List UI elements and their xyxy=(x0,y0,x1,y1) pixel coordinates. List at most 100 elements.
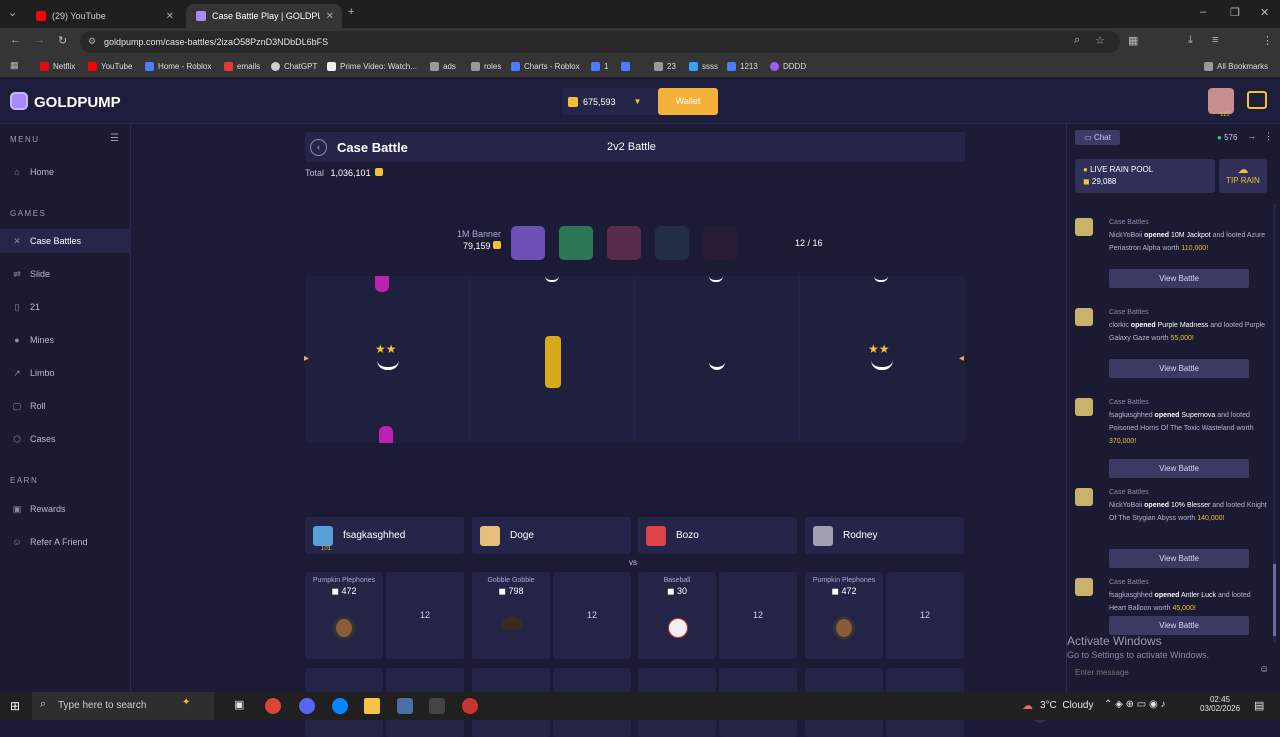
result-item: Gobble Gobble ◼ 798 xyxy=(472,572,550,659)
bookmark-ssss[interactable]: ssss xyxy=(689,62,718,71)
sidebar-item-21[interactable]: ▯ 21 xyxy=(0,295,131,319)
sidebar-item-mines[interactable]: ● Mines xyxy=(0,328,131,352)
app-icon[interactable] xyxy=(429,698,445,714)
tab-search-icon[interactable]: ⌄ xyxy=(8,6,17,19)
bookmark-chatgpt[interactable]: ChatGPT xyxy=(271,62,317,71)
player-card[interactable]: Rodney xyxy=(805,517,964,554)
address-bar: ← → ↻ ⚙ goldpump.com/case-battles/2izaO5… xyxy=(0,28,1280,77)
chat-message: Case Battles fsagkasghhed opened Superno… xyxy=(1075,396,1267,482)
more-icon[interactable]: ⋮ xyxy=(1264,131,1273,142)
chat-scrollbar-thumb[interactable] xyxy=(1273,564,1276,636)
bookmark-dddd[interactable]: DDDD xyxy=(770,62,806,71)
back-icon[interactable]: ← xyxy=(10,34,21,46)
task-view-icon[interactable]: ▣ xyxy=(234,698,244,711)
site-info-icon[interactable]: ⚙ xyxy=(88,36,96,47)
chat-input[interactable] xyxy=(1075,664,1255,680)
bookmark-23[interactable]: 23 xyxy=(654,62,676,71)
apps-icon[interactable]: ▦ xyxy=(10,60,19,71)
download-icon[interactable]: ⤓ xyxy=(1188,34,1193,47)
player-card[interactable]: Doge xyxy=(472,517,631,554)
sidebar-item-refer[interactable]: ☺ Refer A Friend xyxy=(0,530,131,554)
windows-start-icon[interactable]: ⊞ xyxy=(10,699,20,713)
forward-icon[interactable]: → xyxy=(34,34,45,46)
wallet-button[interactable]: Wallet xyxy=(658,88,718,115)
online-count: ● 576 xyxy=(1217,133,1238,142)
sidebar-item-rewards[interactable]: ▣ Rewards xyxy=(0,497,131,521)
bookmark-blank[interactable] xyxy=(621,62,634,71)
bookmark-roles[interactable]: roles xyxy=(471,62,501,71)
zoom-icon[interactable]: ⌕ xyxy=(1074,34,1080,47)
back-button[interactable]: ‹ xyxy=(310,139,327,156)
bookmark-prime[interactable]: Prime Video: Watch... xyxy=(327,62,417,71)
bookmark-emails[interactable]: emails xyxy=(224,62,260,71)
url-field[interactable]: ⚙ goldpump.com/case-battles/2izaO58PznD3… xyxy=(80,31,1120,53)
player-card[interactable]: Bozo xyxy=(638,517,797,554)
sidebar-item-home[interactable]: ⌂ Home xyxy=(0,160,131,184)
app-icon[interactable] xyxy=(397,698,413,714)
browser-tab-youtube[interactable]: (29) YouTube ✕ xyxy=(26,4,182,28)
close-icon[interactable]: ✕ xyxy=(326,11,334,22)
minimize-icon[interactable]: – xyxy=(1200,6,1206,18)
bookmark-1[interactable]: 1 xyxy=(591,62,608,71)
chat-tab-button[interactable]: ▭ Chat xyxy=(1075,130,1120,145)
bookmark-charts[interactable]: Charts - Roblox xyxy=(511,62,580,71)
sidebar-item-roll[interactable]: ▢ Roll xyxy=(0,394,131,418)
box-icon: ⬡ xyxy=(13,433,21,444)
bookmark-netflix[interactable]: Netflix xyxy=(40,62,75,71)
bookmark-youtube[interactable]: YouTube xyxy=(88,62,132,71)
extensions-icon[interactable]: ▦ xyxy=(1128,34,1138,47)
reload-icon[interactable]: ↻ xyxy=(58,34,67,47)
sidebar-item-slide[interactable]: ⇌ Slide xyxy=(0,262,131,286)
smile-item xyxy=(709,362,725,370)
emoji-icon[interactable]: ☺ xyxy=(1259,664,1269,675)
avatar-level: 115 xyxy=(1220,112,1230,118)
view-battle-button[interactable]: View Battle xyxy=(1109,616,1249,635)
sidebar-item-limbo[interactable]: ↗ Limbo xyxy=(0,361,131,385)
discord-icon[interactable] xyxy=(299,698,315,714)
goldpump-logo-icon xyxy=(10,92,28,110)
bookmark-roblox-home[interactable]: Home - Roblox xyxy=(145,62,211,71)
sidebar: MENU ☰ ⌂ Home GAMES ✕ Case Battles ⇌ Slide … xyxy=(0,124,131,692)
sidebar-item-case-battles[interactable]: ✕ Case Battles xyxy=(0,229,131,253)
view-battle-button[interactable]: View Battle xyxy=(1109,459,1249,478)
bookmark-ads[interactable]: ads xyxy=(430,62,456,71)
browser-tab-goldpump[interactable]: Case Battle Play | GOLDPUM ✕ xyxy=(186,4,342,28)
user-avatar[interactable] xyxy=(1208,88,1234,114)
more-icon[interactable]: ⋮ xyxy=(1262,34,1273,47)
clock[interactable]: 02:45 03/02/2026 xyxy=(1200,695,1240,713)
site-logo[interactable]: GOLDPUMP xyxy=(34,94,121,111)
chrome-icon[interactable] xyxy=(265,698,281,714)
battle-mode: 2v2 Battle xyxy=(607,141,656,153)
activate-windows-title: Activate Windows xyxy=(1067,634,1162,648)
collapse-chat-icon[interactable]: → xyxy=(1247,131,1256,141)
sidebar-collapse-icon[interactable]: ☰ xyxy=(110,133,119,144)
weather-text[interactable]: 3°C Cloudy xyxy=(1040,700,1093,711)
result-item: Baseball ◼ 30 xyxy=(638,572,716,659)
star-icon[interactable]: ☆ xyxy=(1095,34,1105,47)
close-window-icon[interactable]: ✕ xyxy=(1260,6,1269,19)
maximize-icon[interactable]: ❐ xyxy=(1230,6,1240,19)
gold-item xyxy=(545,336,561,388)
app-icon[interactable] xyxy=(462,698,478,714)
tip-rain-button[interactable]: ☁ TIP RAIN xyxy=(1219,159,1267,193)
notification-icon[interactable]: ▤ xyxy=(1254,699,1264,712)
bookmark-1213[interactable]: 1213 xyxy=(727,62,758,71)
upcoming-slot: 12 xyxy=(386,572,464,659)
new-tab-icon[interactable]: + xyxy=(348,6,354,18)
chat-message: Case Battles clorkic opened Purple Madne… xyxy=(1075,306,1267,392)
edge-icon[interactable] xyxy=(332,698,348,714)
view-battle-button[interactable]: View Battle xyxy=(1109,269,1249,288)
close-icon[interactable]: ✕ xyxy=(166,11,174,22)
tray-icons[interactable]: ⌃ ◈ ⊕ ▭ ◉ ♪ xyxy=(1104,699,1166,710)
limbo-icon: ↗ xyxy=(13,367,21,378)
media-icon[interactable]: ≡ xyxy=(1212,34,1218,46)
taskbar-search[interactable]: ⌕ Type here to search ✦ xyxy=(32,692,214,720)
sidebar-item-cases[interactable]: ⬡ Cases xyxy=(0,427,131,451)
view-battle-button[interactable]: View Battle xyxy=(1109,359,1249,378)
search-icon: ⌕ xyxy=(40,698,47,710)
chat-toggle-icon[interactable] xyxy=(1247,91,1267,109)
all-bookmarks[interactable]: All Bookmarks xyxy=(1204,62,1268,71)
balance-dropdown[interactable]: 675,593 ▼ xyxy=(562,88,658,115)
explorer-icon[interactable] xyxy=(364,698,380,714)
view-battle-button[interactable]: View Battle xyxy=(1109,549,1249,568)
